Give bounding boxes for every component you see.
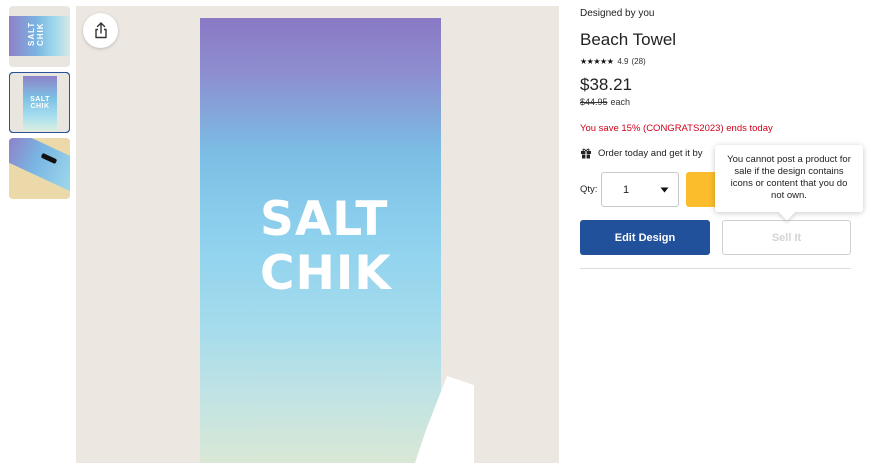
gift-icon — [581, 148, 591, 159]
thumbnail-towel-on-sand — [9, 138, 70, 192]
sell-restriction-tooltip: You cannot post a product for sale if th… — [715, 145, 863, 221]
quantity-value: 1 — [623, 183, 630, 196]
thumbnail-1-text: SALT CHIK — [27, 21, 45, 46]
edit-design-button[interactable]: Edit Design — [580, 220, 710, 255]
original-price: $44.95 — [580, 97, 608, 107]
main-product-image: SALT CHIK — [76, 6, 559, 463]
share-icon — [94, 22, 107, 39]
thumbnail-towel-flat: SALT CHIK — [9, 16, 70, 56]
towel-text-line1: SALT — [260, 192, 389, 247]
quantity-select[interactable]: 1 — [601, 172, 679, 207]
towel-print-text: SALT CHIK — [260, 192, 392, 301]
thumbnail-beach-scene — [9, 138, 70, 199]
price-unit: each — [610, 97, 631, 107]
product-title: Beach Towel — [580, 30, 677, 49]
towel-text-line2: CHIK — [260, 246, 392, 301]
divider — [580, 268, 851, 269]
thumbnail-1[interactable]: SALT CHIK — [9, 6, 70, 67]
towel-image: SALT CHIK — [200, 18, 441, 463]
delivery-info: Order today and get it by — [580, 147, 703, 159]
tooltip-arrow — [778, 203, 796, 221]
promo-message: You save 15% (CONGRATS2023) ends today — [580, 123, 773, 134]
thumbnail-2-line1: SALT — [30, 96, 50, 103]
qty-label: Qty: — [580, 184, 598, 195]
chevron-down-icon — [660, 187, 669, 192]
thumbnail-2[interactable]: SALT CHIK — [9, 72, 70, 133]
share-button[interactable] — [83, 13, 118, 48]
review-count: (28) — [631, 57, 646, 66]
original-price-line: $44.95 each — [580, 97, 630, 107]
thumbnail-2-line2: CHIK — [30, 103, 50, 110]
rating-value: 4.9 — [617, 57, 629, 66]
product-rating[interactable]: ★★★★★ 4.9 (28) — [580, 57, 646, 66]
current-price: $38.21 — [580, 75, 632, 94]
rating-stars: ★★★★★ — [580, 57, 614, 66]
thumbnail-towel-hanging: SALT CHIK — [23, 76, 57, 131]
delivery-text: Order today and get it by — [598, 147, 703, 159]
designed-by-label: Designed by you — [580, 8, 655, 19]
thumbnail-list: SALT CHIK SALT CHIK — [9, 6, 70, 204]
tooltip-text: You cannot post a product for sale if th… — [727, 154, 851, 201]
thumbnail-3[interactable] — [9, 138, 70, 199]
sell-it-button: Sell It — [722, 220, 851, 255]
